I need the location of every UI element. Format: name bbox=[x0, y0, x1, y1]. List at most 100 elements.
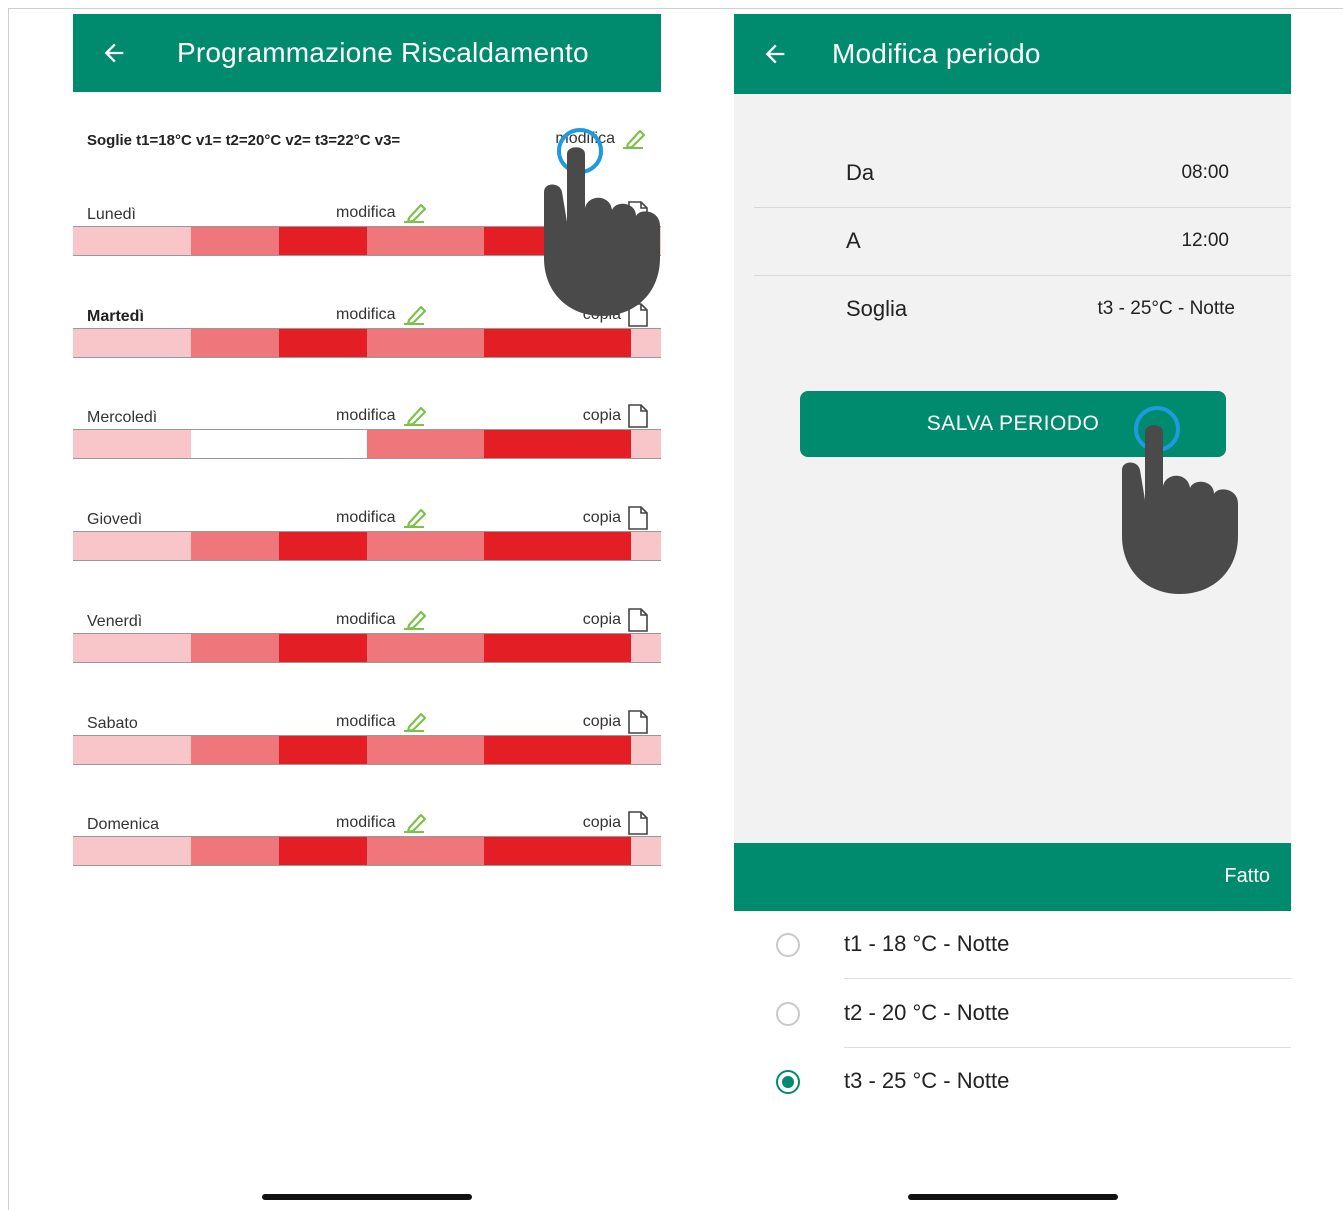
timeline-segment-t1[interactable] bbox=[131, 430, 162, 458]
timeline-segment-t2[interactable] bbox=[190, 634, 220, 662]
timeline-segment-t2[interactable] bbox=[190, 227, 220, 255]
timeline-segment-t1[interactable] bbox=[631, 329, 661, 357]
timeline-segment-t3[interactable] bbox=[513, 329, 544, 357]
radio-button[interactable] bbox=[776, 933, 800, 957]
timeline-segment-t2[interactable] bbox=[425, 329, 456, 357]
timeline-segment-t2[interactable] bbox=[190, 532, 220, 560]
timeline-segment-t3[interactable] bbox=[543, 634, 573, 662]
timeline-segment-t2[interactable] bbox=[219, 329, 250, 357]
timeline-segment-t2[interactable] bbox=[425, 227, 456, 255]
timeline-segment-t2[interactable] bbox=[425, 634, 456, 662]
timeline-segment-t3[interactable] bbox=[513, 634, 544, 662]
timeline-segment-t1[interactable] bbox=[102, 634, 132, 662]
timeline-segment-t3[interactable] bbox=[278, 227, 309, 255]
timeline-segment-t2[interactable] bbox=[455, 532, 485, 560]
timeline-segment-t3[interactable] bbox=[513, 837, 544, 865]
day-edit-button[interactable]: modifica bbox=[336, 405, 428, 427]
timeline-segment-t3[interactable] bbox=[572, 329, 603, 357]
timeline-segment-t3[interactable] bbox=[278, 329, 309, 357]
timeline-segment-t1[interactable] bbox=[73, 227, 103, 255]
timeline-segment-t2[interactable] bbox=[396, 430, 426, 458]
day-copy-button[interactable]: copia bbox=[583, 810, 649, 836]
timeline-segment-t1[interactable] bbox=[73, 532, 103, 560]
timeline-segment-t2[interactable] bbox=[425, 736, 456, 764]
timeline-segment-t2[interactable] bbox=[366, 430, 397, 458]
timeline-segment-t3[interactable] bbox=[513, 736, 544, 764]
timeline-segment-t3[interactable] bbox=[484, 736, 514, 764]
timeline-segment-t3[interactable] bbox=[484, 532, 514, 560]
timeline-segment-t3[interactable] bbox=[337, 329, 367, 357]
timeline-segment-t3[interactable] bbox=[602, 329, 632, 357]
timeline-segment-t1[interactable] bbox=[131, 532, 162, 560]
timeline-segment-t1[interactable] bbox=[161, 532, 191, 560]
day-copy-button[interactable]: copia bbox=[583, 505, 649, 531]
timeline-segment-t2[interactable] bbox=[455, 736, 485, 764]
timeline-segment-t2[interactable] bbox=[366, 227, 397, 255]
radio-button[interactable] bbox=[776, 1070, 800, 1094]
day-edit-button[interactable]: modifica bbox=[336, 812, 428, 834]
timeline-segment-t1[interactable] bbox=[102, 532, 132, 560]
timeline-segment-t3[interactable] bbox=[543, 837, 573, 865]
threshold-option[interactable]: t3 - 25 °C - Notte bbox=[734, 1048, 1291, 1116]
timeline-segment-t2[interactable] bbox=[249, 532, 279, 560]
timeline-segment-t2[interactable] bbox=[396, 227, 426, 255]
timeline-segment-t2[interactable] bbox=[366, 329, 397, 357]
timeline-segment-t1[interactable] bbox=[161, 634, 191, 662]
timeline-segment-t1[interactable] bbox=[631, 837, 661, 865]
day-timeline[interactable] bbox=[73, 328, 661, 358]
timeline-segment-t2[interactable] bbox=[396, 532, 426, 560]
timeline-segment-t1[interactable] bbox=[161, 736, 191, 764]
timeline-segment-t3[interactable] bbox=[308, 532, 338, 560]
timeline-segment-t1[interactable] bbox=[161, 329, 191, 357]
done-button[interactable]: Fatto bbox=[1224, 865, 1270, 888]
timeline-segment-off[interactable] bbox=[308, 430, 338, 458]
timeline-segment-t1[interactable] bbox=[161, 227, 191, 255]
timeline-segment-t1[interactable] bbox=[131, 227, 162, 255]
threshold-row[interactable]: Soglia t3 - 25°C - Notte bbox=[754, 276, 1291, 344]
timeline-segment-t1[interactable] bbox=[631, 634, 661, 662]
timeline-segment-t1[interactable] bbox=[131, 329, 162, 357]
timeline-segment-t3[interactable] bbox=[484, 227, 514, 255]
timeline-segment-t2[interactable] bbox=[249, 227, 279, 255]
timeline-segment-t3[interactable] bbox=[602, 634, 632, 662]
timeline-segment-t2[interactable] bbox=[396, 329, 426, 357]
timeline-segment-t2[interactable] bbox=[396, 837, 426, 865]
timeline-segment-off[interactable] bbox=[337, 430, 367, 458]
timeline-segment-t2[interactable] bbox=[425, 837, 456, 865]
threshold-option[interactable]: t1 - 18 °C - Notte bbox=[734, 911, 1291, 979]
timeline-segment-off[interactable] bbox=[190, 430, 220, 458]
timeline-segment-t2[interactable] bbox=[455, 837, 485, 865]
timeline-segment-t2[interactable] bbox=[396, 634, 426, 662]
timeline-segment-t3[interactable] bbox=[308, 634, 338, 662]
timeline-segment-t1[interactable] bbox=[131, 736, 162, 764]
timeline-segment-t3[interactable] bbox=[602, 736, 632, 764]
timeline-segment-t3[interactable] bbox=[572, 532, 603, 560]
day-edit-button[interactable]: modifica bbox=[336, 609, 428, 631]
timeline-segment-t2[interactable] bbox=[455, 634, 485, 662]
day-timeline[interactable] bbox=[73, 429, 661, 459]
timeline-segment-t3[interactable] bbox=[543, 430, 573, 458]
to-time-row[interactable]: A 12:00 bbox=[754, 208, 1291, 276]
timeline-segment-t2[interactable] bbox=[249, 736, 279, 764]
timeline-segment-t2[interactable] bbox=[366, 736, 397, 764]
day-timeline[interactable] bbox=[73, 531, 661, 561]
timeline-segment-t3[interactable] bbox=[278, 532, 309, 560]
day-timeline[interactable] bbox=[73, 633, 661, 663]
timeline-segment-t1[interactable] bbox=[73, 736, 103, 764]
day-edit-button[interactable]: modifica bbox=[336, 304, 428, 326]
timeline-segment-t2[interactable] bbox=[249, 329, 279, 357]
day-edit-button[interactable]: modifica bbox=[336, 507, 428, 529]
timeline-segment-t1[interactable] bbox=[102, 837, 132, 865]
timeline-segment-t1[interactable] bbox=[73, 837, 103, 865]
day-edit-button[interactable]: modifica bbox=[336, 202, 428, 224]
timeline-segment-t1[interactable] bbox=[161, 837, 191, 865]
timeline-segment-t2[interactable] bbox=[366, 634, 397, 662]
timeline-segment-t3[interactable] bbox=[337, 837, 367, 865]
timeline-segment-t1[interactable] bbox=[102, 329, 132, 357]
day-edit-button[interactable]: modifica bbox=[336, 711, 428, 733]
timeline-segment-t2[interactable] bbox=[249, 837, 279, 865]
home-indicator[interactable] bbox=[262, 1194, 472, 1200]
timeline-segment-t2[interactable] bbox=[366, 837, 397, 865]
timeline-segment-t1[interactable] bbox=[131, 837, 162, 865]
timeline-segment-t1[interactable] bbox=[131, 634, 162, 662]
